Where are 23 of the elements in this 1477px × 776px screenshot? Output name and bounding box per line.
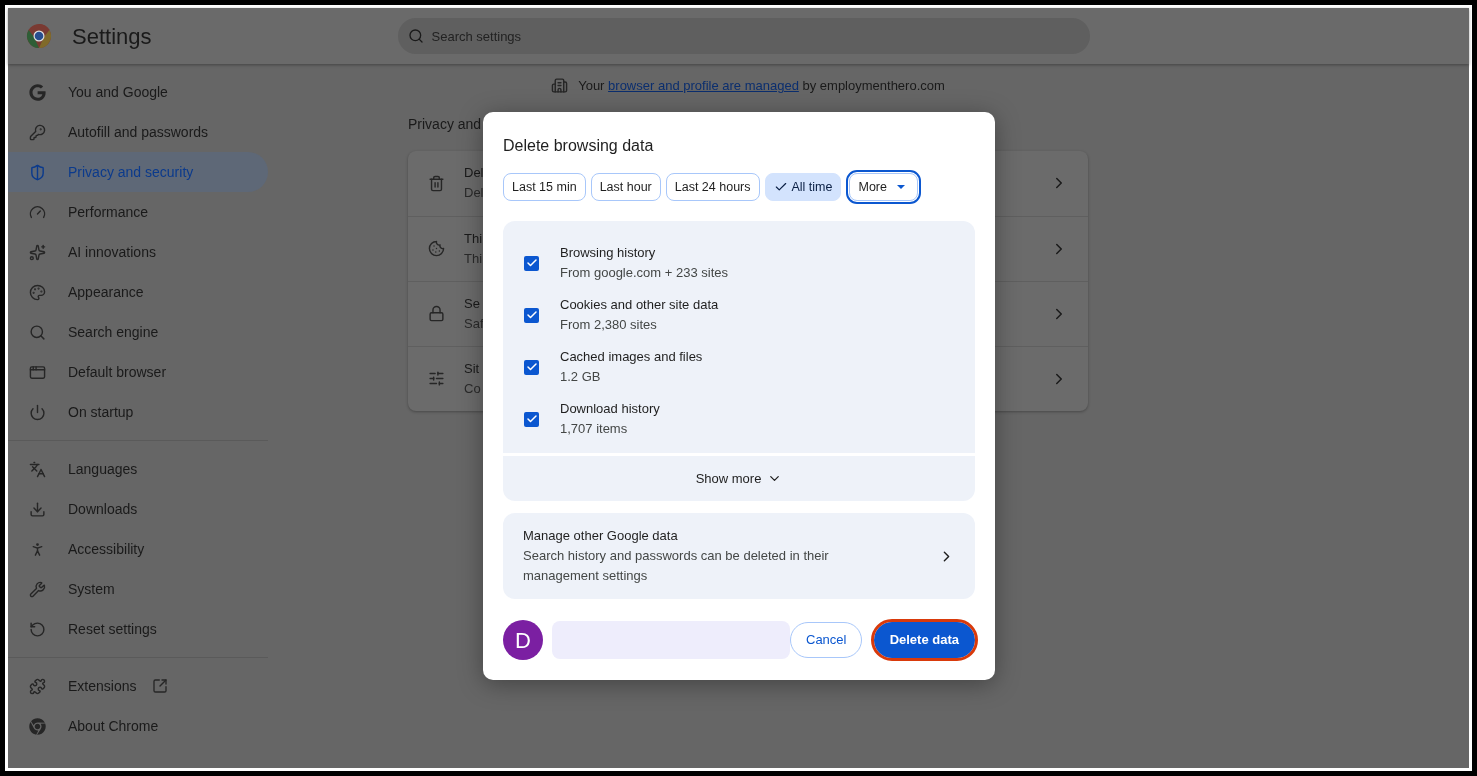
- row-title: Del: [464, 164, 484, 182]
- row-subtitle: Thi: [464, 249, 483, 268]
- option-title: Browsing history: [560, 244, 657, 262]
- option-title: Cached images and files: [560, 348, 703, 366]
- row-subtitle: Saf: [464, 314, 484, 333]
- manage-title: Manage other Google data: [523, 527, 679, 545]
- option-title: Cookies and other site data: [560, 296, 719, 314]
- managed-notice: Your browser and profile are managed by employmenthero.com: [578, 77, 945, 95]
- row-subtitle: Del: [464, 184, 484, 202]
- option-detail: From 2,380 sites: [560, 316, 658, 334]
- row-title: Se: [464, 294, 481, 313]
- row-title: Thi: [464, 229, 483, 248]
- option-detail: 1.2 GB: [560, 368, 602, 386]
- option-detail: 1,707 items: [560, 420, 629, 438]
- dialog-title: Delete browsing data: [503, 136, 655, 156]
- page-title: Settings: [72, 22, 152, 51]
- option-title: Download history: [560, 400, 660, 418]
- row-title: Sit: [464, 359, 481, 378]
- avatar: D: [503, 620, 543, 660]
- row-subtitle: Co: [464, 379, 481, 398]
- section-title: Privacy and: [408, 114, 483, 134]
- manage-detail: Search history and passwords can be deleted in their management settings: [523, 547, 830, 585]
- option-detail: From google.com + 233 sites: [560, 264, 728, 282]
